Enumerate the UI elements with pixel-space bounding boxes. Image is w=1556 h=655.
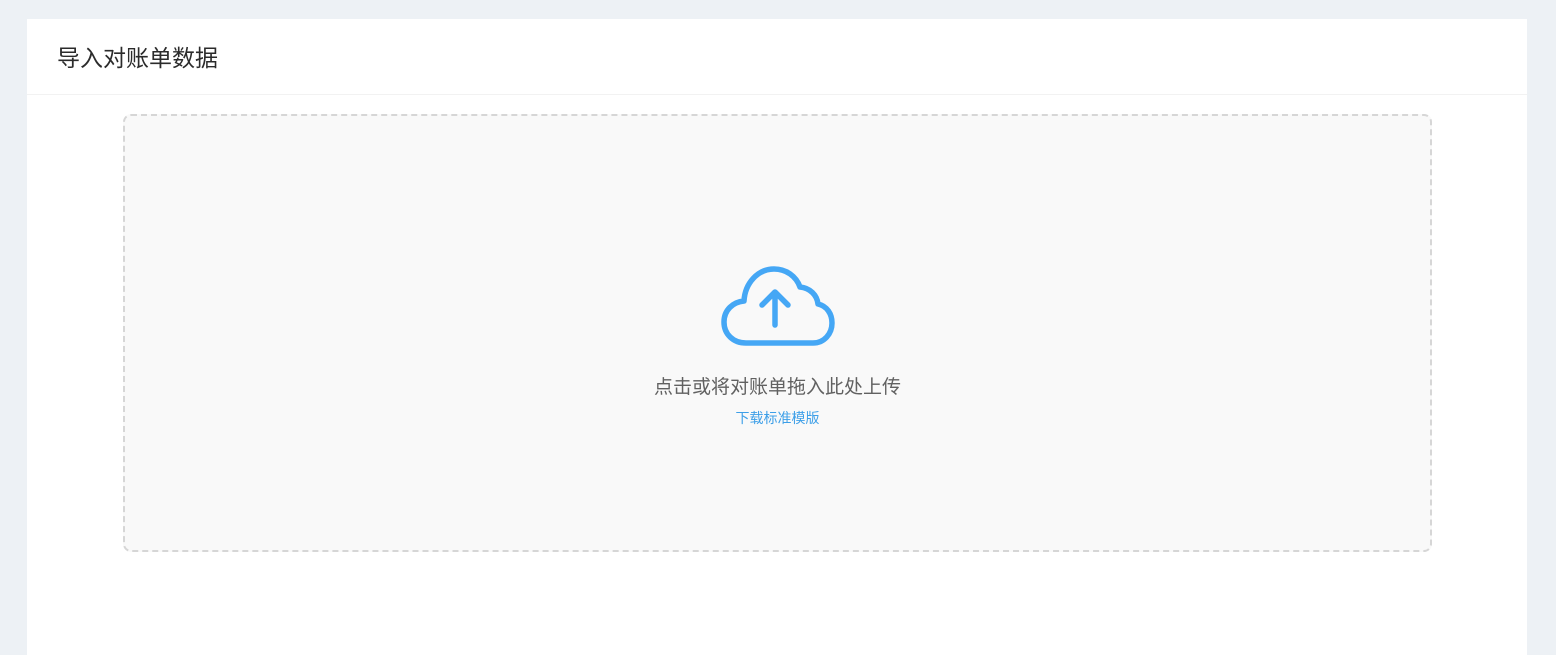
import-card: 导入对账单数据 点击或将对账单拖入此处上传 下载标准模版 xyxy=(27,19,1527,655)
download-template-link[interactable]: 下载标准模版 xyxy=(736,411,820,427)
cloud-upload-icon xyxy=(721,266,835,346)
upload-dropzone[interactable]: 点击或将对账单拖入此处上传 下载标准模版 xyxy=(123,114,1432,552)
card-header: 导入对账单数据 xyxy=(27,19,1527,95)
upload-prompt: 点击或将对账单拖入此处上传 xyxy=(653,376,901,398)
template-link-wrap: 下载标准模版 xyxy=(125,409,1430,429)
page-title: 导入对账单数据 xyxy=(57,46,218,72)
